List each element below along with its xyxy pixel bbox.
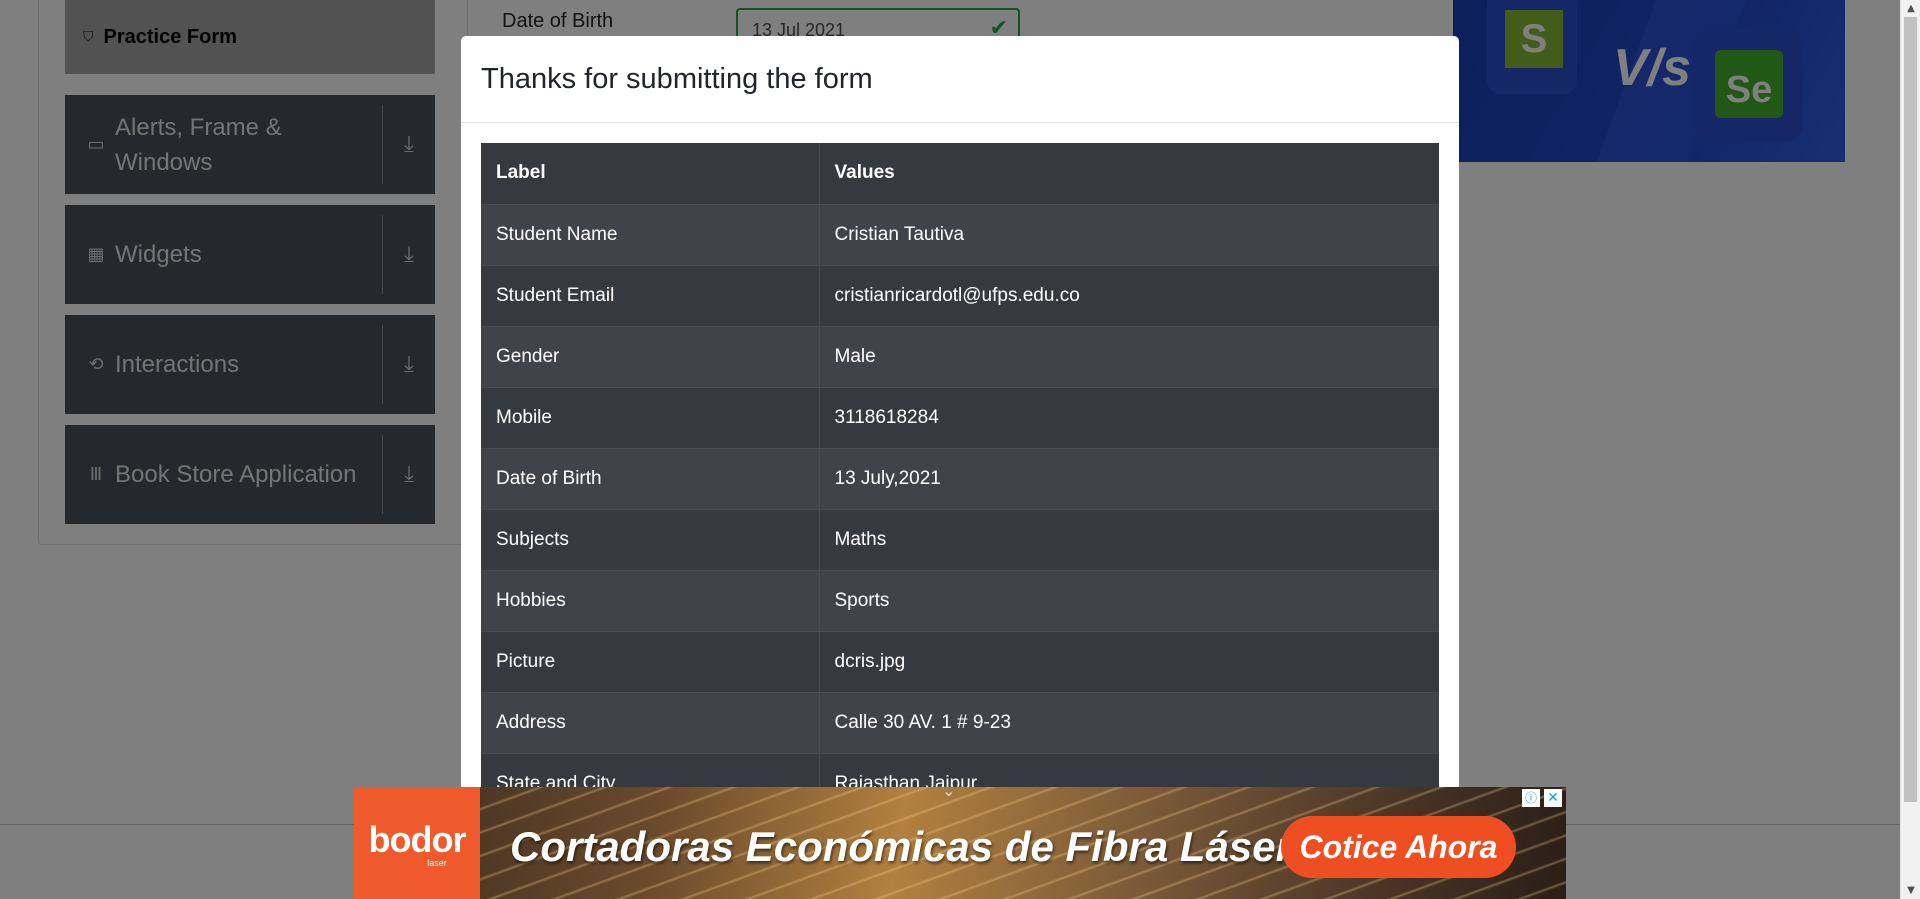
table-row: Mobile 3118618284 xyxy=(481,386,1439,448)
ad-headline: Cortadoras Económicas de Fibra Láser xyxy=(510,823,1292,870)
chevron-down-icon[interactable]: ⌄ xyxy=(942,787,955,800)
row-label: Address xyxy=(481,691,820,753)
scroll-up-arrow-icon[interactable]: ▲ xyxy=(1901,0,1920,17)
submission-table: Label Values Student Name Cristian Tauti… xyxy=(481,143,1439,814)
table-row: Date of Birth 13 July,2021 xyxy=(481,447,1439,509)
row-value: Calle 30 AV. 1 # 9-23 xyxy=(819,691,1439,753)
modal-body: Label Values Student Name Cristian Tauti… xyxy=(461,123,1459,834)
table-row: Student Name Cristian Tautiva xyxy=(481,203,1439,265)
ad-cta-button[interactable]: Cotice Ahora xyxy=(1281,816,1516,878)
row-label: Student Name xyxy=(481,203,820,265)
table-row: Picture dcris.jpg xyxy=(481,630,1439,692)
close-icon[interactable]: ✕ xyxy=(1544,789,1562,807)
row-value: Male xyxy=(819,325,1439,387)
row-value: 3118618284 xyxy=(819,386,1439,448)
row-value: cristianricardotl@ufps.edu.co xyxy=(819,264,1439,326)
column-header-label: Label xyxy=(481,143,820,204)
row-label: Picture xyxy=(481,630,820,692)
table-row: Subjects Maths xyxy=(481,508,1439,570)
table-row: Gender Male xyxy=(481,325,1439,387)
row-label: Mobile xyxy=(481,386,820,448)
ad-brand: bodor xyxy=(368,818,467,860)
row-value: Sports xyxy=(819,569,1439,631)
row-label: Gender xyxy=(481,325,820,387)
modal-header: Thanks for submitting the form xyxy=(461,36,1459,123)
modal-title: Thanks for submitting the form xyxy=(481,62,873,95)
row-label: Hobbies xyxy=(481,569,820,631)
row-value: Cristian Tautiva xyxy=(819,203,1439,265)
column-header-values: Values xyxy=(819,143,1439,204)
row-value: dcris.jpg xyxy=(819,630,1439,692)
table-row: Student Email cristianricardotl@ufps.edu… xyxy=(481,264,1439,326)
table-header-row: Label Values xyxy=(481,143,1439,204)
table-row: Address Calle 30 AV. 1 # 9-23 xyxy=(481,691,1439,753)
scroll-down-arrow-icon[interactable]: ▼ xyxy=(1901,882,1920,899)
row-label: Date of Birth xyxy=(481,447,820,509)
ad-brand-sub: laser xyxy=(427,857,447,868)
page-scrollbar[interactable]: ▲ ▼ xyxy=(1900,0,1920,899)
ad-logo: bodor laser xyxy=(354,787,480,899)
info-icon[interactable]: ⓘ xyxy=(1522,789,1540,807)
scroll-thumb[interactable] xyxy=(1904,17,1917,802)
row-value: 13 July,2021 xyxy=(819,447,1439,509)
submission-modal: Thanks for submitting the form Label Val… xyxy=(461,36,1459,866)
row-label: Subjects xyxy=(481,508,820,570)
table-row: Hobbies Sports xyxy=(481,569,1439,631)
row-value: Maths xyxy=(819,508,1439,570)
row-label: Student Email xyxy=(481,264,820,326)
ad-banner[interactable]: ⌄ bodor laser Cortadoras Económicas de F… xyxy=(354,787,1566,899)
